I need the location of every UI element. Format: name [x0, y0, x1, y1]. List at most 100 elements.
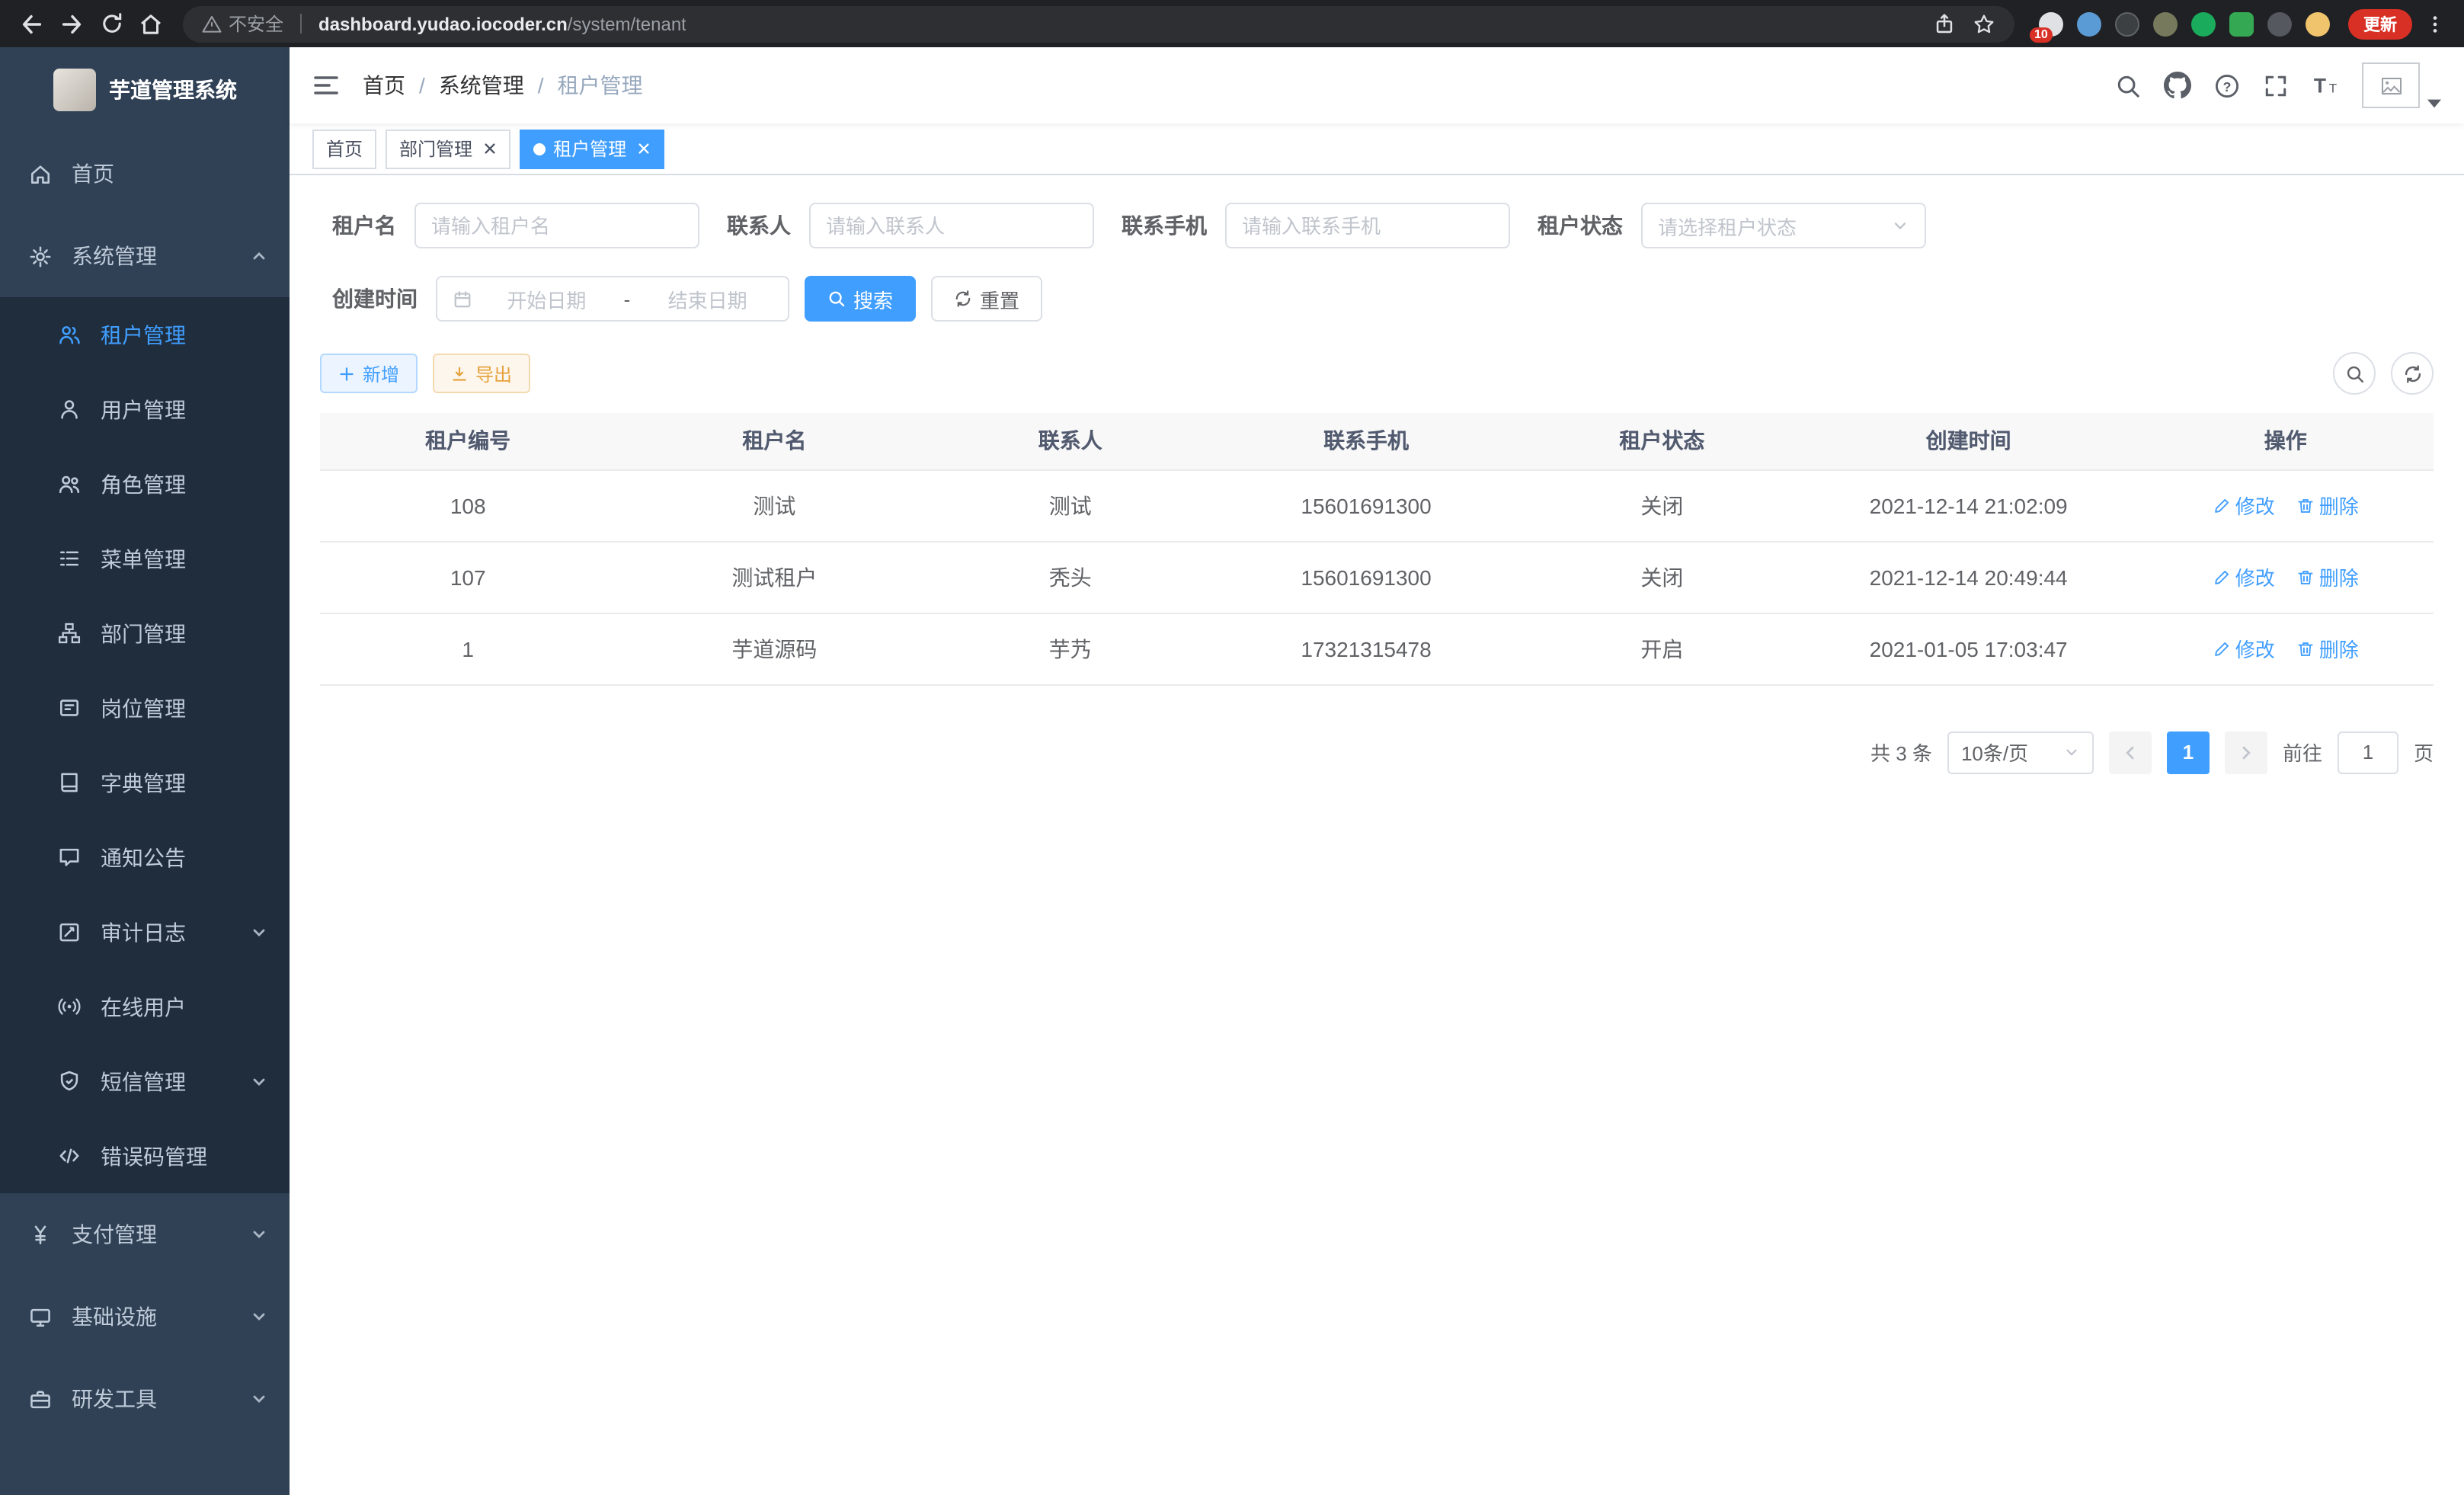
github-icon[interactable] [2164, 72, 2191, 99]
search-button[interactable]: 搜索 [805, 276, 916, 322]
browser-window: 不安全 dashboard.yudao.iocoder.cn/system/te… [0, 0, 2464, 1495]
tab-home[interactable]: 首页 [312, 129, 376, 168]
tab-label: 部门管理 [399, 136, 472, 162]
navbar-actions: ? TT [2115, 62, 2441, 108]
delete-button[interactable]: 删除 [2296, 491, 2359, 520]
column-header: 租户名 [616, 413, 933, 469]
toggle-search-button[interactable] [2333, 352, 2376, 395]
breadcrumb-home[interactable]: 首页 [363, 70, 405, 101]
extension-icon-1[interactable]: 10 [2039, 11, 2063, 36]
sidebar-logo[interactable]: 芋道管理系统 [0, 47, 290, 133]
table-row: 1 芋道源码 芋艿 17321315478 开启 2021-01-05 17:0… [320, 613, 2434, 684]
prev-page-button[interactable] [2109, 731, 2152, 773]
sms-icon [58, 1070, 81, 1093]
gear-icon [29, 245, 52, 267]
edit-icon [2213, 639, 2231, 658]
edit-button[interactable]: 修改 [2213, 562, 2275, 591]
extension-icon-6[interactable] [2229, 11, 2254, 36]
help-icon[interactable]: ? [2214, 72, 2240, 98]
role-icon [58, 472, 81, 495]
delete-button[interactable]: 删除 [2296, 562, 2359, 591]
extension-badge: 10 [2030, 27, 2053, 42]
calendar-icon [453, 289, 472, 309]
sidebar-item-user[interactable]: 用户管理 [0, 372, 290, 447]
sidebar-item-role[interactable]: 角色管理 [0, 447, 290, 521]
sidebar-item-devtools[interactable]: 研发工具 [0, 1358, 290, 1440]
sidebar-item-pay[interactable]: 支付管理 [0, 1193, 290, 1276]
bookmark-star-icon[interactable] [1972, 11, 1996, 36]
trash-icon [2296, 568, 2315, 586]
sidebar-item-dept[interactable]: 部门管理 [0, 596, 290, 671]
search-icon[interactable] [2115, 72, 2141, 98]
cell-phone: 15601691300 [1208, 469, 1525, 541]
home-icon[interactable] [131, 4, 171, 43]
edit-button[interactable]: 修改 [2213, 491, 2275, 520]
sidebar-item-system[interactable]: 系统管理 [0, 215, 290, 297]
cell-name: 芋道源码 [616, 613, 933, 684]
reset-button[interactable]: 重置 [931, 276, 1042, 322]
security-warning[interactable]: 不安全 [201, 11, 283, 37]
column-header: 联系人 [933, 413, 1208, 469]
sidebar-item-home[interactable]: 首页 [0, 133, 290, 215]
sidebar-item-post[interactable]: 岗位管理 [0, 671, 290, 745]
tab-dept[interactable]: 部门管理 [386, 129, 510, 168]
extension-icon-2[interactable] [2077, 11, 2101, 36]
back-icon[interactable] [12, 4, 52, 43]
sidebar-item-label: 岗位管理 [101, 693, 186, 723]
sidebar-item-audit-log[interactable]: 审计日志 [0, 895, 290, 969]
breadcrumb-system[interactable]: 系统管理 [439, 70, 524, 101]
extension-icon-5[interactable] [2191, 11, 2216, 36]
phone-input[interactable] [1242, 214, 1493, 237]
share-icon[interactable] [1932, 11, 1957, 36]
chevron-down-icon [251, 1227, 267, 1242]
font-size-icon[interactable]: TT [2312, 72, 2339, 98]
status-select[interactable]: 请选择租户状态 [1641, 203, 1926, 248]
extension-icon-3[interactable] [2115, 11, 2139, 36]
sidebar-item-dict[interactable]: 字典管理 [0, 745, 290, 820]
page-url[interactable]: dashboard.yudao.iocoder.cn/system/tenant [318, 13, 686, 34]
sidebar-item-menu[interactable]: 菜单管理 [0, 521, 290, 596]
cell-id: 107 [320, 541, 616, 613]
sidebar-item-online-users[interactable]: 在线用户 [0, 969, 290, 1044]
hamburger-icon[interactable] [312, 73, 340, 98]
sidebar-item-label: 错误码管理 [101, 1141, 207, 1171]
fullscreen-icon[interactable] [2263, 72, 2289, 98]
add-button[interactable]: 新增 [320, 354, 418, 393]
delete-button[interactable]: 删除 [2296, 634, 2359, 663]
cell-status: 开启 [1525, 613, 1800, 684]
contact-input[interactable] [826, 214, 1077, 237]
edit-button[interactable]: 修改 [2213, 634, 2275, 663]
edit-icon [2213, 496, 2231, 514]
sidebar-item-label: 用户管理 [101, 394, 186, 424]
export-button[interactable]: 导出 [433, 354, 530, 393]
address-bar[interactable]: 不安全 dashboard.yudao.iocoder.cn/system/te… [183, 5, 2014, 42]
refresh-table-button[interactable] [2391, 352, 2434, 395]
close-icon[interactable] [483, 142, 497, 155]
goto-page-input[interactable] [2338, 731, 2398, 773]
sidebar-item-errorcode[interactable]: 错误码管理 [0, 1119, 290, 1193]
user-avatar[interactable] [2362, 62, 2441, 108]
page-size-select[interactable]: 10条/页 [1947, 731, 2094, 773]
refresh-icon[interactable] [91, 4, 131, 43]
extension-icon-4[interactable] [2153, 11, 2178, 36]
extension-icon-7[interactable] [2267, 11, 2292, 36]
tenant-name-input[interactable] [431, 214, 683, 237]
page-size-value: 10条/页 [1961, 738, 2028, 767]
tab-tenant[interactable]: 租户管理 [520, 129, 664, 168]
sidebar-item-notice[interactable]: 通知公告 [0, 820, 290, 895]
forward-icon[interactable] [52, 4, 91, 43]
close-icon[interactable] [637, 142, 651, 155]
breadcrumb-current: 租户管理 [558, 70, 643, 101]
chrome-update-button[interactable]: 更新 [2348, 8, 2412, 39]
cell-created: 2021-01-05 17:03:47 [1800, 613, 2138, 684]
date-range-picker[interactable]: 开始日期 - 结束日期 [436, 276, 789, 322]
profile-avatar-icon[interactable] [2306, 11, 2330, 36]
sidebar-item-sms[interactable]: 短信管理 [0, 1044, 290, 1119]
contact-input-wrap [809, 203, 1094, 248]
next-page-button[interactable] [2225, 731, 2267, 773]
sidebar-item-tenant[interactable]: 租户管理 [0, 297, 290, 372]
refresh-icon [2402, 363, 2422, 383]
chrome-menu-icon[interactable] [2418, 11, 2452, 36]
sidebar-item-infra[interactable]: 基础设施 [0, 1276, 290, 1358]
page-number-button[interactable]: 1 [2167, 731, 2210, 773]
